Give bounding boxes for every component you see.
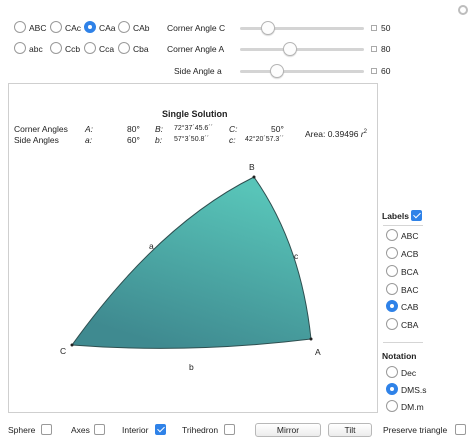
label-radio-acb[interactable] [386, 247, 398, 259]
gear-icon[interactable] [458, 5, 468, 15]
ordering-label: abc [29, 44, 43, 54]
label-radio-bac[interactable] [386, 283, 398, 295]
notation-radio-dm[interactable] [386, 400, 398, 412]
label-option: CAB [401, 302, 419, 312]
interior-label: Interior [122, 425, 149, 435]
sphere-label: Sphere [8, 425, 36, 435]
slider-label-corner-a: Corner Angle A [167, 44, 225, 54]
notation-option: DMS.s [401, 385, 427, 395]
notation-radio-dms[interactable] [386, 383, 398, 395]
slider-corner-c[interactable] [240, 27, 364, 30]
ordering-label: ABC [29, 23, 47, 33]
ordering-radio-caa[interactable] [84, 21, 96, 33]
labels-checkbox[interactable] [411, 210, 422, 221]
label-option: BCA [401, 267, 419, 277]
vertex-label-a: A [315, 347, 321, 357]
vertex-a-point [309, 337, 313, 341]
mirror-button[interactable]: Mirror [255, 423, 321, 437]
plus-icon[interactable] [371, 25, 377, 31]
labels-divider [383, 225, 423, 226]
slider-label-side-a: Side Angle a [174, 66, 222, 76]
slider-value-corner-c: 50 [381, 23, 391, 33]
ordering-radio-abc-lower[interactable] [14, 42, 26, 54]
vertex-c-point [70, 343, 74, 347]
label-option: CBA [401, 320, 419, 330]
trihedron-checkbox[interactable] [224, 424, 235, 435]
ordering-radio-ccb[interactable] [50, 42, 62, 54]
axes-checkbox[interactable] [94, 424, 105, 435]
label-option: ACB [401, 249, 419, 259]
ordering-label: CAa [99, 23, 116, 33]
sphere-checkbox[interactable] [41, 424, 52, 435]
side-label-c: c [294, 251, 299, 261]
label-option: ABC [401, 231, 419, 241]
label-option: BAC [401, 285, 419, 295]
preserve-triangle-label: Preserve triangle [383, 425, 448, 435]
slider-value-corner-a: 80 [381, 44, 391, 54]
ordering-radio-abc[interactable] [14, 21, 26, 33]
ordering-label: Cba [133, 44, 149, 54]
slider-value-side-a: 60 [381, 66, 391, 76]
ordering-label: Ccb [65, 44, 81, 54]
label-radio-abc[interactable] [386, 229, 398, 241]
ordering-label: CAb [133, 23, 150, 33]
slider-thumb-corner-a[interactable] [283, 42, 297, 56]
tilt-button[interactable]: Tilt [328, 423, 372, 437]
ordering-label: Cca [99, 44, 115, 54]
label-radio-cab[interactable] [386, 300, 398, 312]
slider-label-corner-c: Corner Angle C [167, 23, 226, 33]
notation-option: Dec [401, 368, 417, 378]
ordering-radio-cac[interactable] [50, 21, 62, 33]
slider-side-a[interactable] [240, 70, 364, 73]
slider-corner-a[interactable] [240, 48, 364, 51]
ordering-label: CAc [65, 23, 82, 33]
side-label-b: b [189, 362, 194, 372]
notation-radio-dec[interactable] [386, 366, 398, 378]
notation-title: Notation [382, 351, 417, 361]
ordering-radio-cba[interactable] [118, 42, 130, 54]
axes-label: Axes [71, 425, 90, 435]
spherical-triangle [71, 176, 312, 349]
graphics-panel[interactable]: Single Solution Corner Angles Side Angle… [8, 83, 378, 413]
ordering-radio-cca[interactable] [84, 42, 96, 54]
notation-option: DM.m [401, 402, 424, 412]
interior-checkbox[interactable] [155, 424, 166, 435]
ordering-radio-cab[interactable] [118, 21, 130, 33]
label-radio-cba[interactable] [386, 318, 398, 330]
vertex-b-point [252, 175, 256, 179]
preserve-triangle-checkbox[interactable] [455, 424, 466, 435]
vertex-label-c: C [60, 346, 67, 356]
vertex-label-b: B [249, 162, 255, 172]
side-label-a: a [149, 241, 154, 251]
label-radio-bca[interactable] [386, 265, 398, 277]
slider-thumb-corner-c[interactable] [261, 21, 275, 35]
plus-icon[interactable] [371, 46, 377, 52]
labels-title: Labels [382, 211, 409, 221]
plus-icon[interactable] [371, 68, 377, 74]
trihedron-label: Trihedron [182, 425, 219, 435]
notation-divider [383, 342, 423, 343]
slider-thumb-side-a[interactable] [270, 64, 284, 78]
